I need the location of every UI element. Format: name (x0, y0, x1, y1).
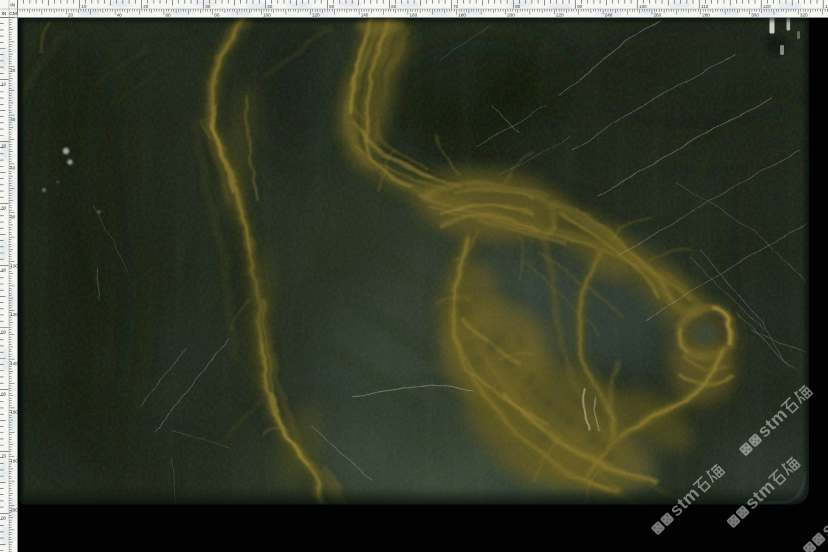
svg-text:80: 80 (10, 215, 15, 220)
svg-text:60: 60 (166, 12, 172, 17)
svg-text:140: 140 (10, 361, 18, 366)
svg-text:80: 80 (214, 12, 220, 17)
svg-text:70: 70 (453, 4, 459, 9)
svg-text:320: 320 (800, 12, 808, 17)
svg-text:20: 20 (10, 68, 15, 73)
svg-text:50: 50 (329, 4, 335, 9)
svg-text:90: 90 (577, 4, 583, 9)
svg-text:140: 140 (361, 12, 369, 17)
svg-text:80: 80 (515, 4, 521, 9)
svg-text:CM: CM (9, 11, 16, 17)
svg-text:260: 260 (654, 12, 662, 17)
svg-text:10: 10 (1, 82, 6, 87)
svg-text:20: 20 (143, 4, 149, 9)
svg-text:160: 160 (410, 12, 418, 17)
svg-text:40: 40 (1, 268, 6, 273)
svg-text:200: 200 (10, 507, 18, 512)
svg-text:160: 160 (10, 410, 18, 415)
svg-text:60: 60 (10, 166, 15, 171)
svg-text:240: 240 (605, 12, 613, 17)
svg-text:40: 40 (117, 12, 123, 17)
svg-text:20: 20 (68, 12, 74, 17)
svg-text:100: 100 (10, 263, 18, 268)
svg-text:280: 280 (702, 12, 710, 17)
svg-text:120: 120 (10, 312, 18, 317)
svg-text:100: 100 (263, 12, 271, 17)
svg-text:30: 30 (205, 4, 211, 9)
svg-text:40: 40 (10, 117, 15, 122)
svg-text:40: 40 (267, 4, 273, 9)
svg-text:70: 70 (1, 454, 6, 459)
svg-text:IN: IN (2, 11, 7, 17)
svg-text:60: 60 (391, 4, 397, 9)
svg-text:110: 110 (701, 4, 709, 9)
svg-text:180: 180 (10, 459, 18, 464)
svg-text:220: 220 (556, 12, 564, 17)
svg-text:30: 30 (1, 206, 6, 211)
svg-text:20: 20 (1, 144, 6, 149)
svg-text:60: 60 (1, 392, 6, 397)
svg-text:120: 120 (763, 4, 771, 9)
svg-text:IN: IN (10, 3, 15, 9)
svg-text:120: 120 (312, 12, 320, 17)
svg-text:300: 300 (751, 12, 759, 17)
svg-text:80: 80 (1, 516, 6, 521)
svg-text:50: 50 (1, 330, 6, 335)
svg-text:100: 100 (639, 4, 647, 9)
svg-text:200: 200 (507, 12, 515, 17)
svg-text:10: 10 (81, 4, 87, 9)
svg-text:180: 180 (458, 12, 466, 17)
